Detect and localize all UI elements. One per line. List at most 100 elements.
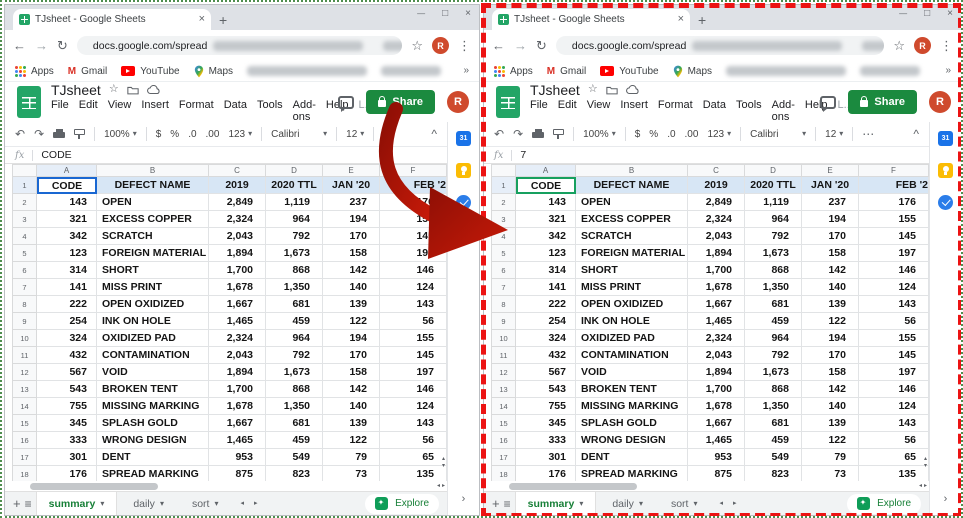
- bookmark-youtube[interactable]: YouTube: [600, 66, 658, 77]
- cell[interactable]: SHORT: [97, 262, 209, 279]
- cell[interactable]: 868: [266, 381, 323, 398]
- cell[interactable]: 146: [380, 262, 447, 279]
- cell[interactable]: 1,678: [209, 398, 266, 415]
- add-sheet-icon[interactable]: [13, 497, 21, 510]
- cell[interactable]: 681: [266, 296, 323, 313]
- cell[interactable]: 73: [323, 466, 380, 481]
- doc-title[interactable]: TJsheet: [530, 82, 580, 98]
- tab-scroll-arrows[interactable]: [240, 500, 257, 507]
- cell[interactable]: 1,667: [688, 296, 745, 313]
- cell[interactable]: 155: [859, 211, 929, 228]
- cell[interactable]: 681: [745, 415, 802, 432]
- cell[interactable]: 124: [859, 398, 929, 415]
- share-button[interactable]: Share: [848, 90, 917, 114]
- row-header[interactable]: 8: [12, 296, 37, 313]
- cell[interactable]: 2019: [209, 177, 266, 194]
- tab-close-icon[interactable]: [678, 14, 684, 25]
- cell[interactable]: 140: [802, 279, 859, 296]
- cell[interactable]: 2020 TTL: [266, 177, 323, 194]
- cell[interactable]: 1,465: [209, 313, 266, 330]
- menu-file[interactable]: File: [51, 99, 69, 123]
- more-toolbar-icon[interactable]: [383, 128, 395, 140]
- cell[interactable]: 2,043: [209, 228, 266, 245]
- decrease-decimal-button[interactable]: .0: [188, 129, 196, 140]
- cloud-status-icon[interactable]: [626, 85, 640, 95]
- formula-value[interactable]: 7: [520, 149, 526, 161]
- row-header[interactable]: 2: [491, 194, 516, 211]
- cell[interactable]: 792: [745, 347, 802, 364]
- cell[interactable]: FEB '2: [859, 177, 929, 194]
- cell[interactable]: 254: [516, 313, 576, 330]
- cell[interactable]: 123: [516, 245, 576, 262]
- cell[interactable]: 1,673: [266, 245, 323, 262]
- browser-tab[interactable]: TJsheet - Google Sheets: [13, 9, 211, 30]
- star-doc-icon[interactable]: [588, 84, 598, 95]
- cell[interactable]: 823: [745, 466, 802, 481]
- cell[interactable]: 681: [745, 296, 802, 313]
- column-header-d[interactable]: D: [745, 164, 802, 177]
- cell[interactable]: 139: [323, 415, 380, 432]
- cell[interactable]: 140: [323, 279, 380, 296]
- font-select[interactable]: Calibri: [271, 129, 327, 140]
- cell[interactable]: 222: [37, 296, 97, 313]
- cell[interactable]: 1,350: [266, 398, 323, 415]
- sheet-tab-sort[interactable]: sort: [659, 492, 710, 515]
- cell[interactable]: 1,700: [209, 262, 266, 279]
- cell[interactable]: 170: [802, 347, 859, 364]
- format-percent-button[interactable]: %: [170, 129, 179, 140]
- cell[interactable]: 2020 TTL: [745, 177, 802, 194]
- cell[interactable]: BROKEN TENT: [576, 381, 688, 398]
- cell[interactable]: 158: [802, 364, 859, 381]
- cell[interactable]: 79: [802, 449, 859, 466]
- cell[interactable]: 342: [516, 228, 576, 245]
- row-header[interactable]: 10: [12, 330, 37, 347]
- cell[interactable]: 1,465: [688, 432, 745, 449]
- paint-format-icon[interactable]: [553, 129, 564, 140]
- row-header[interactable]: 13: [12, 381, 37, 398]
- bookmark-maps[interactable]: Maps: [673, 65, 712, 78]
- horizontal-scrollbar[interactable]: [5, 481, 447, 491]
- calendar-icon[interactable]: [938, 131, 953, 146]
- sheet-tab-menu-icon[interactable]: [160, 498, 164, 509]
- bookmarks-overflow-icon[interactable]: [463, 66, 469, 76]
- cell[interactable]: 194: [802, 330, 859, 347]
- reload-icon[interactable]: [57, 39, 68, 52]
- cell[interactable]: 142: [323, 262, 380, 279]
- explore-button[interactable]: Explore: [847, 494, 921, 514]
- redo-icon[interactable]: [513, 128, 523, 140]
- more-toolbar-icon[interactable]: [862, 128, 874, 140]
- cell[interactable]: 124: [380, 398, 447, 415]
- cell[interactable]: 2,849: [209, 194, 266, 211]
- menu-tools[interactable]: Tools: [736, 99, 762, 123]
- cell[interactable]: 146: [859, 381, 929, 398]
- star-doc-icon[interactable]: [109, 84, 119, 95]
- bookmark-gmail[interactable]: M Gmail: [547, 66, 586, 77]
- sheet-tab-summary[interactable]: summary: [36, 492, 118, 515]
- row-header[interactable]: 1: [491, 177, 516, 194]
- sheet-tab-menu-icon[interactable]: [579, 498, 583, 509]
- cell[interactable]: 170: [802, 228, 859, 245]
- cell[interactable]: SPREAD MARKING: [576, 466, 688, 481]
- cell[interactable]: 140: [802, 398, 859, 415]
- browser-menu-icon[interactable]: [458, 39, 471, 52]
- menu-edit[interactable]: Edit: [558, 99, 577, 123]
- cell[interactable]: 56: [380, 432, 447, 449]
- select-all-corner[interactable]: [12, 164, 37, 177]
- cell[interactable]: 2,043: [688, 228, 745, 245]
- cell[interactable]: 2,849: [688, 194, 745, 211]
- select-all-corner[interactable]: [491, 164, 516, 177]
- column-header-f[interactable]: F: [859, 164, 929, 177]
- horizontal-scroll-steppers[interactable]: [919, 483, 927, 489]
- cell[interactable]: 1,894: [688, 364, 745, 381]
- cell[interactable]: 146: [380, 381, 447, 398]
- cell[interactable]: 868: [266, 262, 323, 279]
- cell[interactable]: INK ON HOLE: [97, 313, 209, 330]
- cell[interactable]: 1,350: [266, 279, 323, 296]
- cell[interactable]: 875: [209, 466, 266, 481]
- scrollbar-thumb[interactable]: [509, 483, 637, 490]
- cell[interactable]: CONTAMINATION: [97, 347, 209, 364]
- cell[interactable]: 345: [37, 415, 97, 432]
- move-folder-icon[interactable]: [606, 85, 618, 95]
- browser-menu-icon[interactable]: [940, 39, 953, 52]
- cell[interactable]: 1,678: [688, 398, 745, 415]
